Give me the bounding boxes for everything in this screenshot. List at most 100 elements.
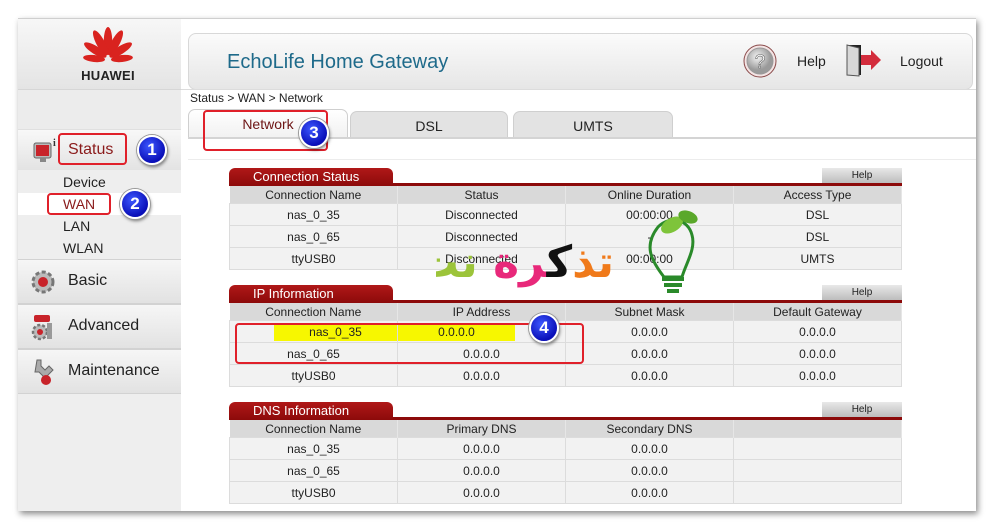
sidebar-subitem-wan[interactable]: WAN 2 bbox=[18, 189, 181, 219]
gear-icon bbox=[31, 270, 55, 294]
table-cell: ttyUSB0 bbox=[229, 481, 398, 504]
table-cell: 0.0.0.0 bbox=[397, 437, 566, 460]
connection-status-table: Connection Name Status Online Duration A… bbox=[229, 186, 902, 270]
sidebar: HUAWEI i Status 1 Device WAN 2 LAN WLAN bbox=[18, 19, 181, 511]
table-header-row: Connection Name IP Address Subnet Mask D… bbox=[229, 303, 902, 321]
table-header-row: Connection Name Primary DNS Secondary DN… bbox=[229, 420, 902, 438]
table-cell: 0.0.0.0 bbox=[565, 342, 734, 365]
subitem-label: WLAN bbox=[63, 240, 104, 256]
sidebar-subitem-lan[interactable]: LAN bbox=[18, 215, 181, 237]
table-cell: 0.0.0.0 bbox=[565, 437, 734, 460]
column-header: Online Duration bbox=[565, 186, 734, 204]
table-row: nas_0_35 0.0.0.0 0.0.0.0 bbox=[229, 437, 902, 460]
table-cell: nas_0_65 bbox=[229, 225, 398, 248]
tab-label: UMTS bbox=[573, 118, 613, 134]
connection-status-section: Connection Status Help Connection Name S… bbox=[229, 168, 902, 270]
brand-logo: HUAWEI bbox=[18, 19, 181, 90]
section-header: IP Information Help bbox=[229, 285, 902, 303]
table-row: ttyUSB0 0.0.0.0 0.0.0.0 bbox=[229, 481, 902, 504]
app-title: EchoLife Home Gateway bbox=[227, 51, 449, 73]
table-cell: 0.0.0.0 bbox=[733, 364, 902, 387]
section-title: DNS Information bbox=[229, 402, 393, 420]
logo-text: HUAWEI bbox=[18, 68, 198, 83]
section-header: Connection Status Help bbox=[229, 168, 902, 186]
table-cell: nas_0_35 bbox=[229, 203, 398, 226]
tab-dsl[interactable]: DSL bbox=[350, 111, 508, 138]
dns-information-help-button[interactable]: Help bbox=[822, 402, 902, 417]
annotation-badge-4: 4 bbox=[529, 313, 559, 343]
table-cell: 0.0.0.0 bbox=[397, 459, 566, 482]
gears-tools-icon bbox=[31, 315, 52, 341]
app-header: EchoLife Home Gateway ? Help Logout bbox=[188, 33, 973, 90]
sidebar-item-label: Advanced bbox=[68, 317, 140, 334]
section-title: IP Information bbox=[229, 285, 393, 303]
svg-text:i: i bbox=[53, 138, 56, 149]
table-cell: Disconnected bbox=[397, 225, 566, 248]
router-admin-window: HUAWEI i Status 1 Device WAN 2 LAN WLAN bbox=[18, 18, 976, 511]
column-header: Subnet Mask bbox=[565, 303, 734, 321]
table-cell: 0.0.0.0 bbox=[733, 342, 902, 365]
logo-wordmark: HUAWEI bbox=[81, 68, 135, 83]
table-cell: ttyUSB0 bbox=[229, 247, 398, 270]
annotation-badge-1: 1 bbox=[137, 135, 167, 165]
column-header: Connection Name bbox=[229, 303, 398, 321]
connection-status-help-button[interactable]: Help bbox=[822, 168, 902, 183]
sidebar-item-advanced[interactable]: Advanced bbox=[18, 304, 181, 349]
tab-umts[interactable]: UMTS bbox=[513, 111, 673, 138]
table-cell: 0.0.0.0 bbox=[397, 364, 566, 387]
table-cell: - bbox=[565, 225, 734, 248]
table-cell: UMTS bbox=[733, 247, 902, 270]
sidebar-subitem-device[interactable]: Device bbox=[18, 171, 181, 193]
table-row: ttyUSB0 Disconnected 00:00:00 UMTS bbox=[229, 247, 902, 270]
table-cell: nas_0_35 bbox=[229, 437, 398, 460]
column-header: Connection Name bbox=[229, 420, 398, 438]
table-row: nas_0_35 Disconnected 00:00:00 DSL bbox=[229, 203, 902, 226]
column-header: Primary DNS bbox=[397, 420, 566, 438]
annotation-badge-3: 3 bbox=[299, 118, 329, 148]
subitem-label: LAN bbox=[63, 218, 91, 234]
table-cell: ttyUSB0 bbox=[229, 364, 398, 387]
status-submenu: Device WAN 2 LAN WLAN bbox=[18, 171, 181, 259]
sidebar-item-basic[interactable]: Basic bbox=[18, 259, 181, 304]
column-header bbox=[733, 420, 902, 438]
help-link[interactable]: Help bbox=[797, 53, 826, 69]
table-cell: 0.0.0.0 bbox=[565, 459, 734, 482]
table-cell: 0.0.0.0 bbox=[397, 481, 566, 504]
table-cell: DSL bbox=[733, 225, 902, 248]
header-divider bbox=[181, 89, 976, 90]
table-cell: DSL bbox=[733, 203, 902, 226]
content-divider bbox=[188, 159, 976, 160]
sidebar-item-status[interactable]: i Status 1 bbox=[18, 129, 181, 170]
column-header: Access Type bbox=[733, 186, 902, 204]
column-header: Connection Name bbox=[229, 186, 398, 204]
ip-information-help-button[interactable]: Help bbox=[822, 285, 902, 300]
sidebar-item-maintenance[interactable]: Maintenance bbox=[18, 349, 181, 394]
section-header: DNS Information Help bbox=[229, 402, 902, 420]
breadcrumb: Status > WAN > Network bbox=[190, 91, 323, 105]
table-row: ttyUSB0 0.0.0.0 0.0.0.0 0.0.0.0 bbox=[229, 364, 902, 387]
monitor-info-icon: i bbox=[33, 138, 56, 162]
sidebar-item-label: Status bbox=[68, 141, 114, 158]
table-cell: 0.0.0.0 bbox=[565, 320, 734, 343]
table-cell: 0.0.0.0 bbox=[733, 320, 902, 343]
table-cell bbox=[733, 459, 902, 482]
table-cell: Disconnected bbox=[397, 247, 566, 270]
subitem-label: Device bbox=[63, 174, 106, 190]
column-header: Secondary DNS bbox=[565, 420, 734, 438]
annotation-badge-2: 2 bbox=[120, 189, 150, 219]
table-header-row: Connection Name Status Online Duration A… bbox=[229, 186, 902, 204]
sidebar-subitem-wlan[interactable]: WLAN bbox=[18, 237, 181, 259]
table-row: nas_0_65 Disconnected - DSL bbox=[229, 225, 902, 248]
door-exit-icon[interactable] bbox=[843, 42, 883, 78]
sidebar-item-label: Maintenance bbox=[68, 362, 160, 379]
table-cell: 00:00:00 bbox=[565, 203, 734, 226]
column-header: Status bbox=[397, 186, 566, 204]
svg-text:?: ? bbox=[755, 52, 766, 73]
section-title: Connection Status bbox=[229, 168, 393, 186]
menu-spacer bbox=[18, 90, 181, 129]
logout-link[interactable]: Logout bbox=[900, 53, 943, 69]
table-cell bbox=[733, 437, 902, 460]
question-circle-icon[interactable]: ? bbox=[743, 44, 777, 78]
wrench-icon bbox=[34, 359, 54, 385]
table-cell: 00:00:00 bbox=[565, 247, 734, 270]
